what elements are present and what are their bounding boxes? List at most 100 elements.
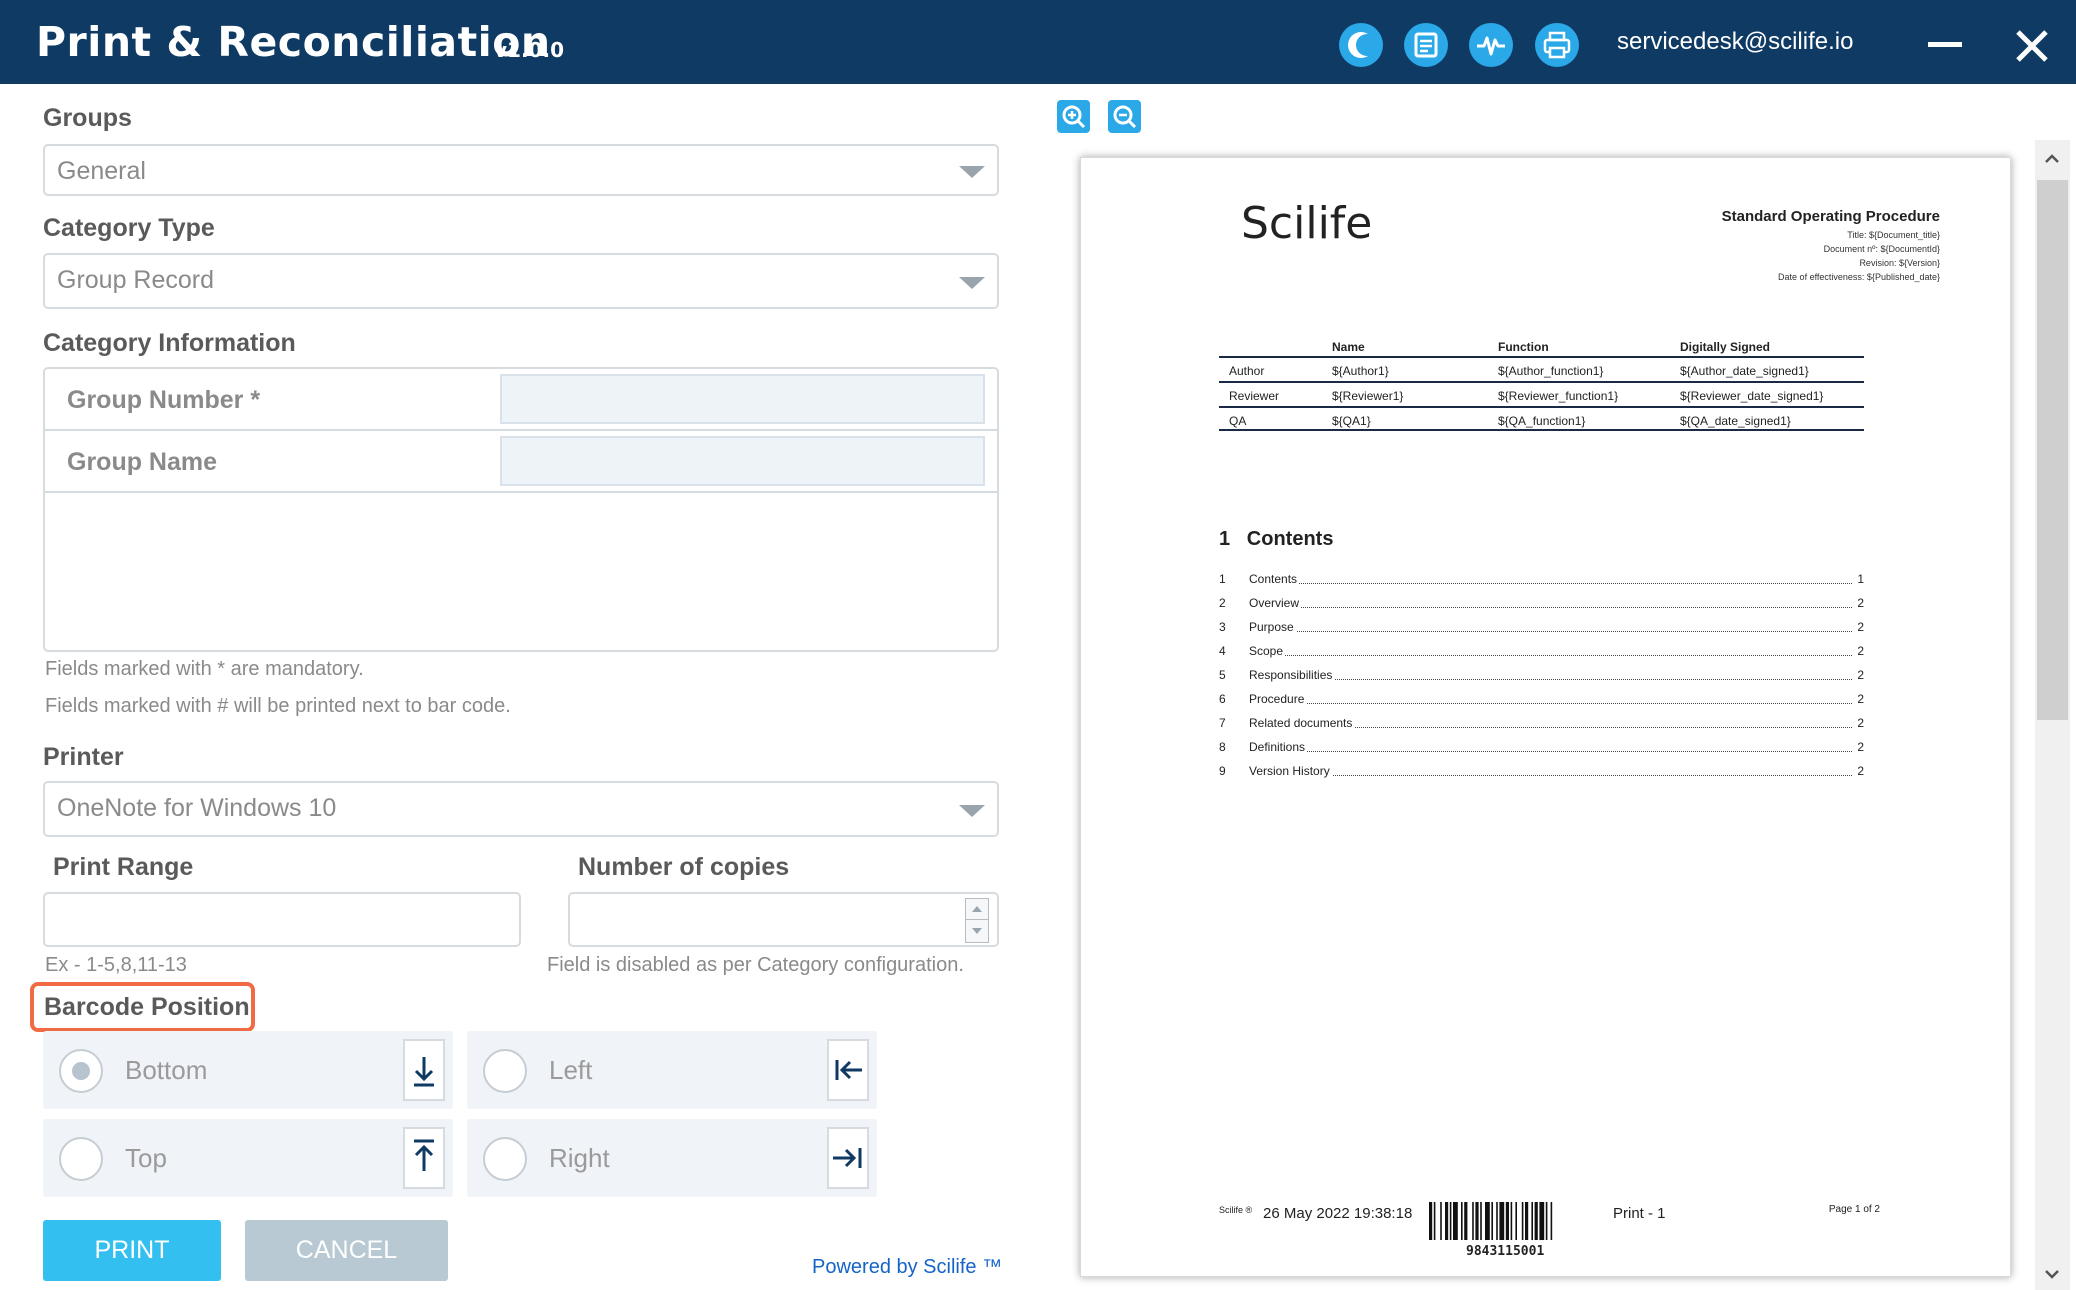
printer-icon[interactable]: [1535, 23, 1579, 67]
group-number-input[interactable]: [500, 374, 985, 424]
category-type-select[interactable]: Group Record: [43, 253, 999, 309]
app-version: v1.0.0: [494, 38, 564, 62]
option-top-label: Top: [125, 1143, 167, 1173]
sig-cell: QA: [1229, 414, 1247, 428]
table-row: Author ${Author1} ${Author_function1} ${…: [1219, 356, 1864, 381]
option-right-label: Right: [549, 1143, 610, 1173]
toc-num: 7: [1219, 716, 1226, 730]
toc-num: 6: [1219, 692, 1226, 706]
contents-number: 1: [1219, 528, 1231, 550]
radio-top[interactable]: [59, 1137, 103, 1181]
sig-cell: Author: [1229, 364, 1265, 378]
copies-stepper[interactable]: [965, 898, 989, 943]
group-number-label: Group Number *: [67, 386, 261, 414]
radio-left[interactable]: [483, 1049, 527, 1093]
toc-title: Contents: [1249, 572, 1300, 586]
sig-cell: ${QA_function1}: [1498, 414, 1586, 428]
sig-cell: ${QA1}: [1332, 414, 1371, 428]
copies-hint: Field is disabled as per Category config…: [547, 954, 964, 976]
stepper-down-icon[interactable]: [966, 921, 988, 942]
category-information-label: Category Information: [43, 329, 296, 357]
toc-num: 3: [1219, 620, 1226, 634]
radio-bottom[interactable]: [59, 1049, 103, 1093]
minimize-button[interactable]: [1928, 42, 1962, 47]
toc-page: 2: [1855, 644, 1864, 658]
scroll-thumb[interactable]: [2037, 180, 2068, 720]
category-type-label: Category Type: [43, 214, 215, 242]
print-form: Groups General Category Type Group Recor…: [0, 84, 1030, 1290]
copies-input[interactable]: [568, 892, 999, 947]
powered-by-link[interactable]: Powered by Scilife ™: [812, 1256, 1002, 1279]
footer-brand: Scilife ®: [1219, 1205, 1253, 1215]
activity-icon[interactable]: [1469, 23, 1513, 67]
group-name-row: Group Name: [45, 431, 997, 493]
sig-cell: ${Reviewer_function1}: [1498, 389, 1619, 403]
list-item: 9 Version History 2: [1219, 764, 1864, 784]
barcode-position-highlight: Barcode Position: [30, 982, 255, 1032]
title-bar: Print & Reconciliation v1.0.0 servicedes…: [0, 0, 2076, 84]
toc-page: 2: [1855, 740, 1864, 754]
groups-select[interactable]: General: [43, 144, 999, 196]
sig-header-signed: Digitally Signed: [1680, 340, 1771, 354]
group-name-label: Group Name: [67, 448, 218, 476]
zoom-out-icon[interactable]: [1108, 100, 1141, 133]
barcode-option-bottom[interactable]: Bottom: [43, 1031, 453, 1109]
barcode-option-right[interactable]: Right: [467, 1119, 877, 1197]
toc-page: 1: [1855, 572, 1864, 586]
toc-page: 2: [1855, 692, 1864, 706]
stepper-up-icon[interactable]: [966, 899, 988, 920]
radio-right[interactable]: [483, 1137, 527, 1181]
barcode-option-left[interactable]: Left: [467, 1031, 877, 1109]
meta-document-number: Document nº: ${DocumentId}: [1823, 244, 1940, 254]
meta-revision: Revision: ${Version}: [1859, 258, 1940, 268]
toc-num: 4: [1219, 644, 1226, 658]
notes-icon[interactable]: [1404, 23, 1448, 67]
sig-cell: ${Reviewer_date_signed1}: [1680, 389, 1824, 403]
sig-header-function: Function: [1498, 340, 1549, 354]
barcode-position-label: Barcode Position: [44, 993, 250, 1021]
barcode-option-top[interactable]: Top: [43, 1119, 453, 1197]
list-item: 2 Overview 2: [1219, 596, 1864, 616]
arrow-to-right-icon: [827, 1127, 869, 1189]
groups-label: Groups: [43, 104, 132, 132]
scroll-up-icon[interactable]: [2043, 150, 2061, 168]
print-range-input[interactable]: [43, 892, 521, 947]
chevron-down-icon: [959, 166, 985, 178]
document-preview-page: Scilife Standard Operating Procedure Tit…: [1080, 157, 2011, 1277]
theme-toggle-icon[interactable]: [1339, 23, 1383, 67]
footer-print-label: Print - 1: [1613, 1205, 1666, 1222]
printer-select[interactable]: OneNote for Windows 10: [43, 781, 999, 837]
toc-title: Related documents: [1249, 716, 1355, 730]
cancel-button[interactable]: CANCEL: [245, 1220, 448, 1281]
footer-page-label: Page 1 of 2: [1828, 1204, 1880, 1215]
toc-title: Procedure: [1249, 692, 1307, 706]
print-button[interactable]: PRINT: [43, 1220, 221, 1281]
toc-num: 1: [1219, 572, 1226, 586]
groups-value: General: [57, 157, 146, 185]
mandatory-note: Fields marked with * are mandatory.: [45, 658, 364, 680]
close-button[interactable]: [2010, 24, 2054, 68]
arrow-to-left-icon: [827, 1039, 869, 1101]
toc-title: Responsibilities: [1249, 668, 1335, 682]
sig-cell: ${Author1}: [1332, 364, 1389, 378]
scroll-down-icon[interactable]: [2043, 1265, 2061, 1283]
footer-datetime: 26 May 2022 19:38:18: [1263, 1205, 1413, 1222]
toc-page: 2: [1855, 668, 1864, 682]
printer-value: OneNote for Windows 10: [57, 794, 337, 822]
toc-title: Definitions: [1249, 740, 1308, 754]
chevron-down-icon: [959, 277, 985, 289]
sig-cell: ${Author_function1}: [1498, 364, 1604, 378]
document-meta: Title: ${Document_title} Document nº: ${…: [1778, 228, 1940, 284]
arrow-to-bottom-icon: [403, 1039, 445, 1101]
preview-scrollbar[interactable]: [2035, 140, 2070, 1290]
arrow-to-top-icon: [403, 1127, 445, 1189]
printer-label: Printer: [43, 743, 124, 771]
toc-num: 2: [1219, 596, 1226, 610]
group-name-input[interactable]: [500, 436, 985, 486]
zoom-in-icon[interactable]: [1057, 100, 1090, 133]
print-range-hint: Ex - 1-5,8,11-13: [45, 954, 187, 976]
sig-cell: ${QA_date_signed1}: [1680, 414, 1791, 428]
app-title: Print & Reconciliation: [36, 18, 551, 66]
list-item: 5 Responsibilities 2: [1219, 668, 1864, 688]
table-row: QA ${QA1} ${QA_function1} ${QA_date_sign…: [1219, 406, 1864, 431]
